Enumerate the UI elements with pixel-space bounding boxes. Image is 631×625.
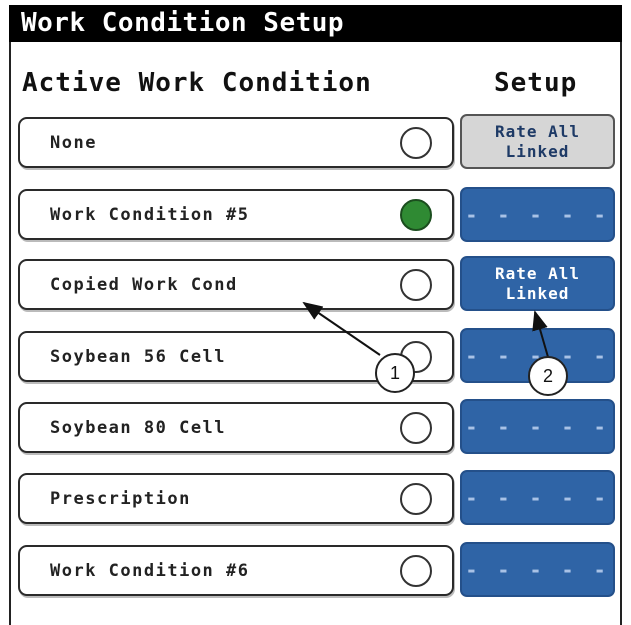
page-title: Work Condition Setup [9, 5, 622, 42]
setup-button-empty[interactable]: - - - - - [460, 399, 615, 454]
radio-button[interactable] [400, 411, 432, 444]
work-condition-row-prescription[interactable]: Prescription [18, 473, 454, 524]
dashes-label: - - - - - [465, 485, 610, 510]
row-label: Soybean 80 Cell [50, 417, 227, 438]
radio-button[interactable] [400, 554, 432, 587]
dashes-label: - - - - - [465, 414, 610, 439]
dashes-label: - - - - - [465, 557, 610, 582]
setup-button-empty[interactable]: - - - - - [460, 542, 615, 597]
row-label: Work Condition #5 [50, 204, 250, 225]
row-label: Copied Work Cond [50, 274, 238, 295]
setup-button-empty[interactable]: - - - - - [460, 187, 615, 242]
row-label: Soybean 56 Cell [50, 346, 227, 367]
radio-button[interactable] [400, 268, 432, 301]
work-condition-row-5[interactable]: Work Condition #5 [18, 189, 454, 240]
work-condition-row-soybean-80[interactable]: Soybean 80 Cell [18, 402, 454, 453]
setup-button-rate-all-linked[interactable]: Rate All Linked [460, 256, 615, 311]
radio-button-selected[interactable] [400, 198, 432, 231]
row-label: Prescription [50, 488, 191, 509]
setup-button-rate-all-linked[interactable]: Rate All Linked [460, 114, 615, 169]
callout-1: 1 [375, 353, 415, 393]
setup-button-empty[interactable]: - - - - - [460, 470, 615, 525]
dashes-label: - - - - - [465, 202, 610, 227]
row-label: None [50, 132, 97, 153]
setup-column-header: Setup [494, 68, 578, 98]
radio-button[interactable] [400, 482, 432, 515]
radio-button[interactable] [400, 126, 432, 159]
screen-frame [9, 5, 622, 625]
work-condition-row-6[interactable]: Work Condition #6 [18, 545, 454, 596]
active-column-header: Active Work Condition [22, 68, 372, 98]
work-condition-row-none[interactable]: None [18, 117, 454, 168]
callout-2: 2 [528, 356, 568, 396]
row-label: Work Condition #6 [50, 560, 250, 581]
work-condition-row-copied[interactable]: Copied Work Cond [18, 259, 454, 310]
